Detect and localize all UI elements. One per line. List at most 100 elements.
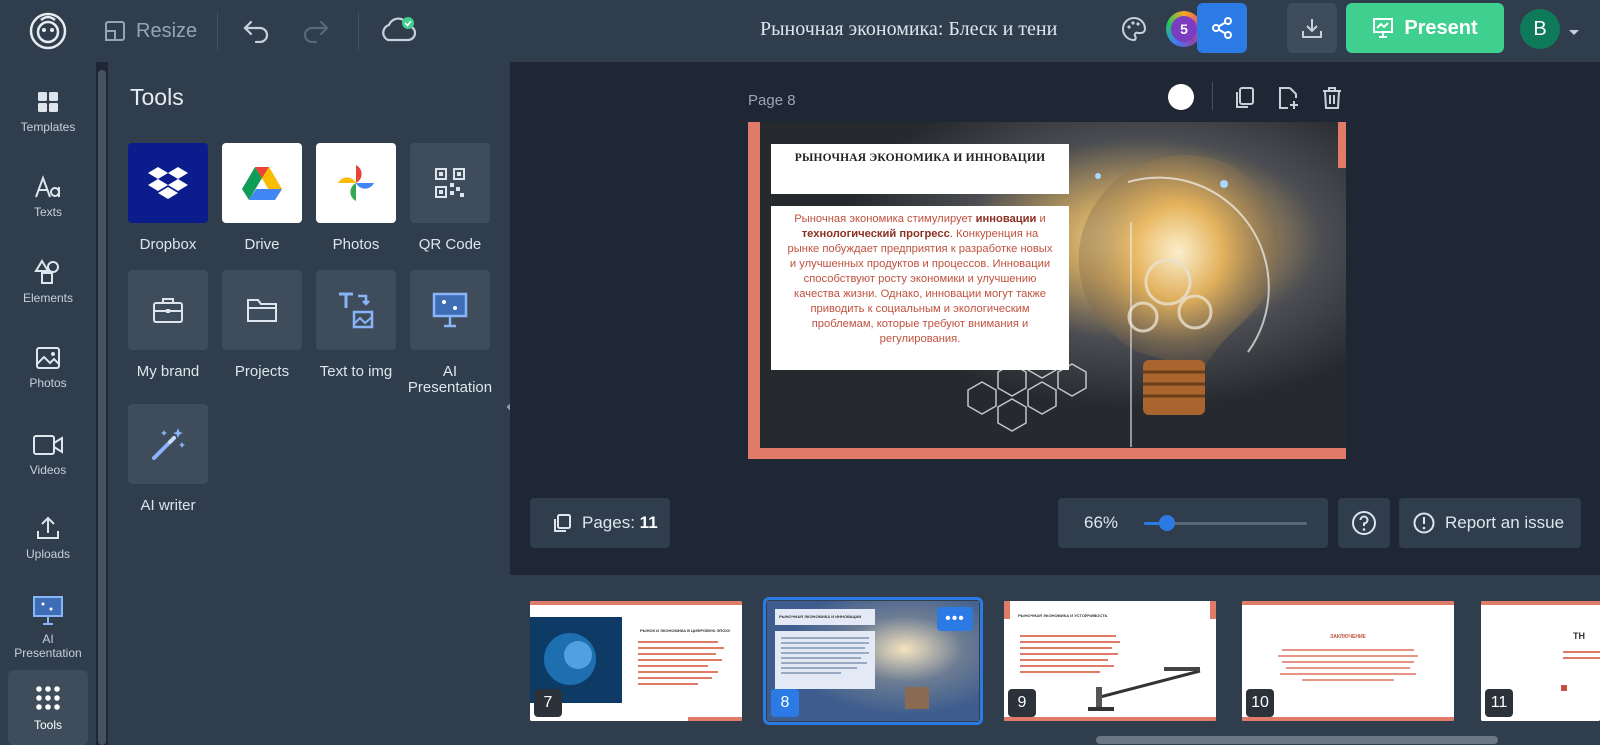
duplicate-page-button[interactable] (1230, 84, 1258, 112)
elements-icon (34, 259, 59, 284)
tool-ai-writer[interactable]: AI writer (120, 404, 216, 514)
sidebar-scrollbar[interactable] (98, 70, 106, 745)
undo-icon (243, 20, 269, 43)
page-number-badge: 10 (1246, 689, 1274, 717)
resize-button[interactable]: Resize (104, 16, 197, 46)
filmstrip-scrollbar[interactable] (1096, 736, 1498, 744)
present-button[interactable]: Present (1346, 3, 1504, 53)
sidebar-item-uploads[interactable]: Uploads (8, 500, 88, 576)
avatar[interactable]: B (1520, 9, 1560, 49)
page-thumbnail[interactable]: ЗАКЛЮЧЕНИЕ 10 (1242, 601, 1454, 721)
dropbox-icon (128, 143, 208, 223)
report-issue-label: Report an issue (1445, 513, 1565, 532)
qr-code-icon (410, 143, 490, 223)
sidebar-item-videos[interactable]: Videos (8, 417, 88, 493)
folder-icon (222, 270, 302, 350)
tool-text-to-img[interactable]: Text to img (308, 270, 404, 380)
tool-label: Text to img (319, 363, 393, 380)
tool-ai-presentation[interactable]: AI Presentation (402, 270, 498, 396)
zoom-slider-handle[interactable] (1158, 515, 1175, 531)
tool-qr-code[interactable]: QR Code (402, 143, 498, 253)
thumbnail-title: РЫНОЧНАЯ ЭКОНОМИКА И ИННОВАЦИИ (779, 614, 862, 619)
sidebar-item-elements[interactable]: Elements (8, 244, 88, 320)
tool-dropbox[interactable]: Dropbox (120, 143, 216, 253)
tool-my-brand[interactable]: My brand (120, 270, 216, 380)
pages-button[interactable]: Pages: 11 (530, 498, 670, 548)
sidebar-item-tools[interactable]: Tools (8, 670, 88, 745)
photo-icon (36, 347, 60, 369)
resize-label: Resize (136, 19, 198, 42)
slide-canvas[interactable]: РЫНОЧНАЯ ЭКОНОМИКА И ИННОВАЦИИ Рыночная … (748, 122, 1346, 459)
text-to-image-icon (316, 270, 396, 350)
divider (1212, 82, 1213, 110)
page-thumbnail[interactable]: TH 11 (1481, 601, 1600, 721)
palette-button[interactable] (1120, 15, 1148, 48)
tool-projects[interactable]: Projects (214, 270, 310, 380)
page-number-badge: 8 (771, 689, 799, 717)
cloud-saved-status[interactable] (378, 13, 418, 47)
tool-drive[interactable]: Drive (214, 143, 310, 253)
present-label: Present (1404, 16, 1478, 39)
text-icon (35, 175, 60, 198)
slide-title-box[interactable]: РЫНОЧНАЯ ЭКОНОМИКА И ИННОВАЦИИ (771, 144, 1069, 194)
redo-icon (303, 20, 329, 43)
page-number-badge: 9 (1008, 689, 1036, 717)
accent-stripe-left (748, 122, 760, 459)
background-color-swatch[interactable] (1168, 84, 1194, 110)
sidebar-item-label: Elements (22, 291, 74, 305)
page-thumbnail-active[interactable]: РЫНОЧНАЯ ЭКОНОМИКА И ИННОВАЦИИ ••• 8 (763, 597, 983, 725)
presentation-icon (410, 270, 490, 350)
resize-icon (105, 21, 125, 41)
sidebar-item-label: Tools (33, 717, 62, 732)
sidebar-item-label: Texts (33, 205, 62, 219)
redo-button[interactable] (300, 15, 332, 47)
tool-label: Photos (332, 236, 380, 253)
add-page-button[interactable] (1274, 84, 1302, 112)
help-icon (1352, 511, 1376, 535)
tool-label: AI Presentation (407, 363, 493, 396)
presentation-icon (33, 596, 63, 625)
templates-icon (38, 92, 58, 112)
sidebar-item-label: Videos (29, 463, 67, 477)
sidebar-item-texts[interactable]: Texts (8, 159, 88, 235)
google-photos-icon (316, 143, 396, 223)
cloud-check-icon (382, 17, 417, 42)
tool-label: My brand (136, 363, 200, 380)
sidebar-item-ai-presentation[interactable]: AI Presentation (8, 582, 88, 672)
zoom-value: 66% (1084, 513, 1119, 532)
magic-wand-icon (128, 404, 208, 484)
undo-button[interactable] (240, 15, 272, 47)
app-logo-icon[interactable] (28, 11, 68, 51)
tool-photos[interactable]: Photos (308, 143, 404, 253)
page-thumbnail[interactable]: РЫНОК И ЭКОНОМИКА В ЦИФРОВУЮ ЭПОХУ 7 (530, 601, 742, 721)
pages-count: 11 (639, 513, 658, 532)
zoom-control: 66% (1058, 498, 1328, 548)
left-sidebar: Templates Texts Elements Photos Videos U… (0, 62, 96, 745)
help-button[interactable] (1338, 498, 1390, 548)
tool-label: QR Code (418, 236, 482, 253)
add-page-icon (1279, 87, 1298, 109)
sidebar-item-photos[interactable]: Photos (8, 330, 88, 406)
thumbnail-title: ЗАКЛЮЧЕНИЕ (1330, 634, 1366, 640)
accent-stripe-bottom (748, 448, 1346, 459)
page-thumbnail[interactable]: РЫНОЧНАЯ ЭКОНОМИКА И УСТОЙЧИВОСТЬ 9 (1004, 601, 1216, 721)
body-text-run: Рыночная экономика стимулирует (794, 213, 976, 225)
sidebar-item-templates[interactable]: Templates (8, 74, 88, 150)
download-button[interactable] (1287, 3, 1337, 53)
page-number-badge: 11 (1485, 689, 1513, 717)
share-button[interactable] (1197, 3, 1247, 53)
report-issue-button[interactable]: Report an issue (1399, 498, 1581, 548)
body-text-bold: инновации (975, 213, 1037, 225)
tool-label: Drive (244, 236, 280, 253)
divider (217, 12, 218, 50)
pages-label: Pages: (582, 513, 635, 532)
grid-icon (36, 685, 60, 710)
chevron-down-icon[interactable] (1568, 24, 1580, 42)
delete-page-button[interactable] (1318, 84, 1346, 112)
sidebar-item-label: Uploads (25, 547, 71, 561)
document-title[interactable]: Рыночная экономика: Блеск и тени (760, 18, 1057, 41)
thumbnail-title: РЫНОК И ЭКОНОМИКА В ЦИФРОВУЮ ЭПОХУ (640, 628, 731, 633)
page-options-button[interactable]: ••• (937, 607, 973, 631)
copy-icon (1236, 87, 1254, 108)
slide-body-box[interactable]: Рыночная экономика стимулирует инновации… (771, 206, 1069, 370)
